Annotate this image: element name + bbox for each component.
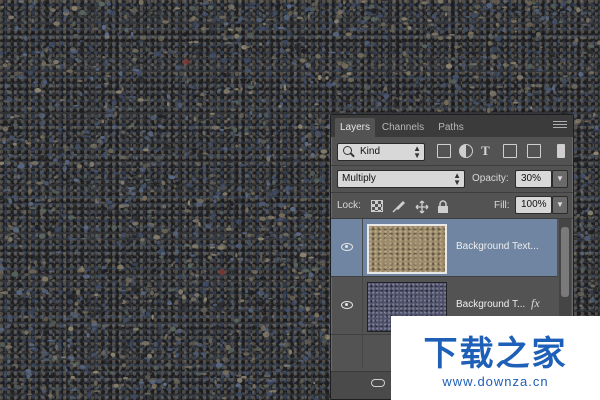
fill-label: Fill: bbox=[494, 200, 510, 211]
tab-channels[interactable]: Channels bbox=[379, 118, 427, 137]
opacity-input[interactable]: 30% bbox=[515, 170, 552, 188]
search-icon bbox=[343, 146, 352, 155]
lock-position-icon[interactable] bbox=[415, 200, 429, 214]
filter-toggle-switch[interactable] bbox=[557, 144, 565, 158]
lock-image-pixels-icon[interactable] bbox=[391, 200, 406, 213]
filter-kind-select[interactable]: Kind ▲ ▼ bbox=[337, 143, 425, 161]
blend-row: Multiply ▲ ▼ Opacity: 30% ▼ bbox=[331, 167, 573, 191]
eye-icon bbox=[341, 301, 353, 309]
blend-mode-value: Multiply bbox=[342, 173, 376, 184]
visibility-toggle[interactable] bbox=[331, 335, 363, 369]
eye-icon bbox=[341, 243, 353, 251]
updown-arrow-icon: ▲ ▼ bbox=[453, 171, 461, 187]
link-layers-icon[interactable] bbox=[371, 379, 385, 387]
filter-kind-label: Kind bbox=[360, 146, 381, 157]
panel-menu-icon[interactable] bbox=[553, 121, 567, 131]
fill-input[interactable]: 100% bbox=[515, 196, 552, 214]
lock-all-icon[interactable] bbox=[437, 200, 449, 213]
blend-mode-select[interactable]: Multiply ▲ ▼ bbox=[337, 170, 465, 188]
lock-label: Lock: bbox=[337, 200, 361, 211]
opacity-label: Opacity: bbox=[472, 173, 509, 184]
fill-dropdown-button[interactable]: ▼ bbox=[552, 196, 568, 214]
layer-row[interactable]: Background Text... bbox=[331, 219, 557, 277]
pixel-layer-filter-icon[interactable] bbox=[437, 144, 451, 158]
type-layer-filter-icon[interactable]: T bbox=[481, 144, 495, 158]
shape-layer-filter-icon[interactable] bbox=[503, 144, 517, 158]
lock-row: Lock: Fill: 100% ▼ bbox=[331, 193, 573, 217]
tab-paths[interactable]: Paths bbox=[433, 118, 469, 137]
fx-icon[interactable]: fx bbox=[531, 296, 540, 311]
opacity-dropdown-button[interactable]: ▼ bbox=[552, 170, 568, 188]
tab-layers[interactable]: Layers bbox=[335, 118, 375, 137]
filter-row: Kind ▲ ▼ T bbox=[331, 139, 573, 165]
smart-object-filter-icon[interactable] bbox=[527, 144, 541, 158]
divider bbox=[331, 165, 573, 166]
site-watermark: 下载之家 www.downza.cn bbox=[391, 316, 600, 400]
visibility-toggle[interactable] bbox=[331, 219, 363, 277]
scrollbar-thumb[interactable] bbox=[561, 227, 569, 297]
panel-tab-bar: Layers Channels Paths bbox=[331, 115, 573, 137]
watermark-logo-text: 下载之家 bbox=[423, 334, 568, 374]
layer-name[interactable]: Background T... bbox=[456, 299, 525, 310]
layer-name[interactable]: Background Text... bbox=[456, 241, 539, 252]
watermark-url: www.downza.cn bbox=[442, 374, 549, 389]
layer-thumbnail[interactable] bbox=[367, 224, 447, 274]
updown-arrow-icon: ▲ ▼ bbox=[413, 144, 421, 160]
visibility-toggle[interactable] bbox=[331, 277, 363, 335]
adjustment-layer-filter-icon[interactable] bbox=[459, 144, 473, 158]
lock-transparent-pixels-icon[interactable] bbox=[371, 200, 383, 212]
